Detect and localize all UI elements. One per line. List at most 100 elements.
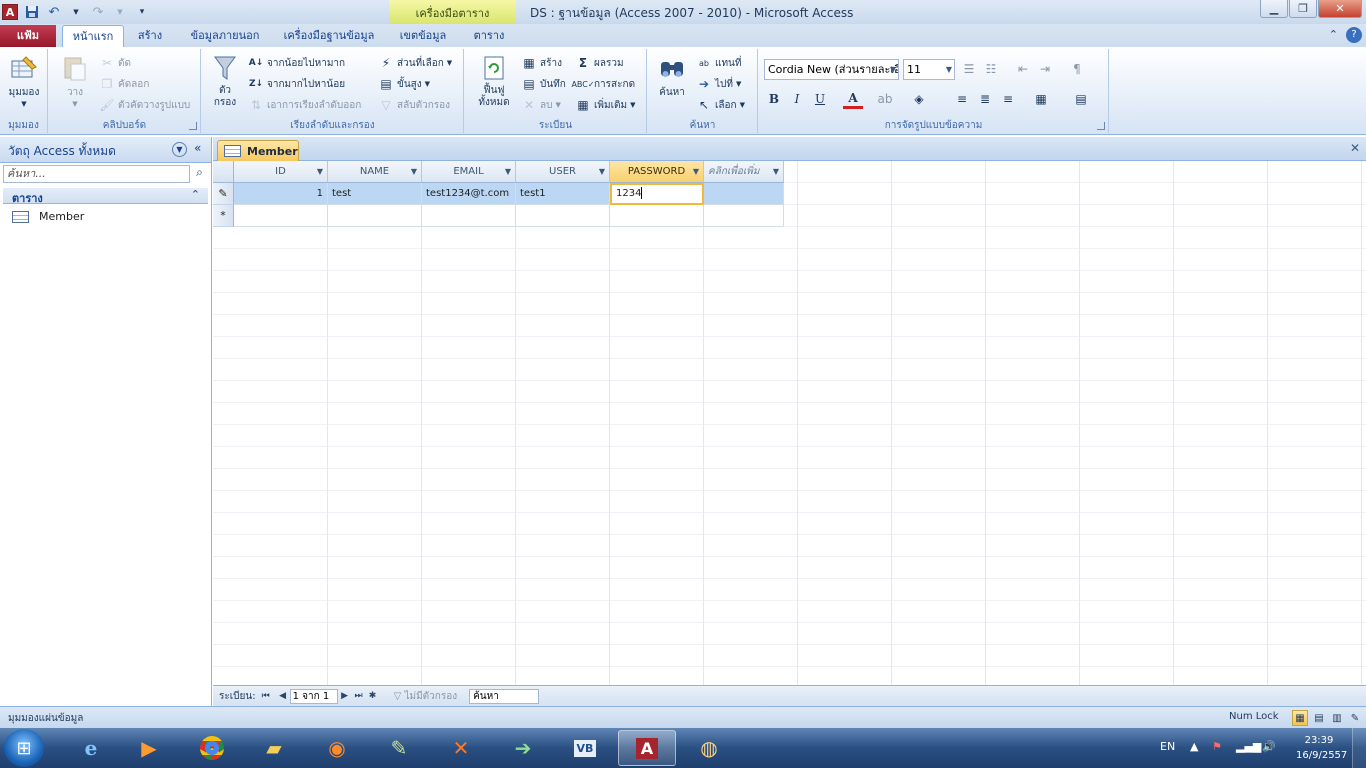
select-button[interactable]: ↖ เลือก ▼	[696, 95, 745, 115]
new-record-nav-icon[interactable]: ✱	[366, 691, 380, 701]
action-center-icon[interactable]: ⚑	[1212, 740, 1222, 753]
undo-dropdown-icon[interactable]: ▼	[68, 4, 84, 20]
taskbar-explorer[interactable]: ▰	[245, 730, 303, 766]
show-hidden-icons-icon[interactable]: ▲	[1190, 740, 1198, 753]
pivotchart-view-icon[interactable]: ▥	[1329, 710, 1345, 726]
highlight-color-icon[interactable]: ab	[875, 89, 895, 109]
customize-qat-icon[interactable]: ▾	[134, 4, 150, 20]
restore-button[interactable]: ❐	[1289, 0, 1317, 18]
cell-id-new[interactable]	[234, 205, 328, 227]
help-icon[interactable]: ?	[1346, 27, 1362, 43]
column-header-click-to-add[interactable]: คลิกเพื่อเพิ่ม ▼	[704, 161, 784, 183]
taskbar-internet-explorer[interactable]: e	[62, 730, 120, 766]
tab-file[interactable]: แฟ้ม	[0, 25, 56, 47]
cell-password[interactable]: 1234	[610, 183, 704, 205]
paragraph-direction-icon[interactable]: ¶	[1067, 59, 1087, 79]
start-button[interactable]: ⊞	[4, 729, 44, 767]
input-language-indicator[interactable]: EN	[1160, 740, 1175, 753]
clipboard-dialog-launcher[interactable]	[189, 122, 197, 130]
cell-add-new[interactable]	[704, 205, 784, 227]
taskbar-app[interactable]: ➔	[494, 730, 552, 766]
save-icon[interactable]	[24, 4, 40, 20]
font-name-select[interactable]: Cordia New (ส่วนรายละเอี ▼	[764, 59, 899, 80]
column-header-password[interactable]: PASSWORD ▼	[610, 161, 704, 183]
nav-menu-dropdown-icon[interactable]: ▼	[172, 142, 187, 157]
totals-button[interactable]: Σ ผลรวม	[575, 53, 624, 73]
bold-icon[interactable]: B	[764, 89, 784, 109]
alternate-row-color-icon[interactable]: ▤	[1071, 89, 1091, 109]
taskbar-tool[interactable]: ✎	[370, 730, 428, 766]
chevron-down-icon[interactable]: ▼	[599, 161, 605, 183]
find-button[interactable]: ค้นหา	[654, 53, 690, 100]
nav-search-input[interactable]: ค้นหา...	[3, 165, 190, 183]
taskbar-visual-basic[interactable]: VB	[556, 730, 614, 766]
cell-id[interactable]: 1	[234, 183, 328, 205]
nav-group-tables[interactable]: ตาราง ⌃	[3, 188, 208, 205]
goto-button[interactable]: ➔ ไปที่ ▼	[696, 74, 741, 94]
minimize-ribbon-icon[interactable]: ⌃	[1329, 28, 1338, 41]
tab-database-tools[interactable]: เครื่องมือฐานข้อมูล	[276, 25, 382, 47]
spelling-button[interactable]: ABC✓ การสะกด	[571, 74, 635, 94]
show-desktop-button[interactable]	[1352, 728, 1366, 768]
tab-external-data[interactable]: ข้อมูลภายนอก	[180, 25, 270, 47]
bullets-icon[interactable]: ☰	[959, 59, 979, 79]
next-record-icon[interactable]: ▶	[338, 691, 352, 701]
taskbar-firefox[interactable]: ◉	[308, 730, 366, 766]
cell-name-new[interactable]	[328, 205, 422, 227]
paste-button[interactable]: วาง ▼	[55, 53, 95, 108]
column-header-id[interactable]: ID ▼	[234, 161, 328, 183]
copy-button[interactable]: ❐ คัดลอก	[99, 74, 150, 94]
cell-name[interactable]: test	[328, 183, 422, 205]
undo-icon[interactable]: ↶	[46, 4, 62, 20]
chevron-down-icon[interactable]: ▼	[773, 161, 779, 183]
more-button[interactable]: ▦ เพิ่มเติม ▼	[575, 95, 635, 115]
search-icon[interactable]: ⌕	[191, 165, 208, 183]
minimize-button[interactable]: ▁	[1260, 0, 1288, 18]
network-signal-icon[interactable]: ▂▄▆	[1236, 740, 1261, 753]
fill-color-icon[interactable]: ◈	[909, 89, 929, 109]
save-record-button[interactable]: ▤ บันทึก	[521, 74, 566, 94]
view-button[interactable]: มุมมอง ▼	[4, 53, 44, 108]
gridlines-icon[interactable]: ▦	[1031, 89, 1051, 109]
chevron-down-icon[interactable]: ▼	[411, 161, 417, 183]
nav-item-member-table[interactable]: Member	[12, 208, 84, 225]
record-search-input[interactable]: ค้นหา	[469, 688, 540, 704]
design-view-icon[interactable]: ✎	[1347, 710, 1363, 726]
cell-user[interactable]: test1	[516, 183, 610, 205]
sort-descending-button[interactable]: Z↓ จากมากไปหาน้อย	[248, 74, 345, 94]
cell-add[interactable]	[704, 183, 784, 205]
volume-icon[interactable]: 🔊	[1262, 740, 1276, 753]
shutter-bar-close-icon[interactable]: «	[194, 141, 201, 155]
pivottable-view-icon[interactable]: ▤	[1311, 710, 1327, 726]
select-all-corner[interactable]	[213, 161, 234, 183]
numbering-icon[interactable]: ☷	[981, 59, 1001, 79]
underline-icon[interactable]: U	[810, 89, 830, 109]
toggle-filter-button[interactable]: ▽ สลับตัวกรอง	[378, 95, 450, 115]
text-format-dialog-launcher[interactable]	[1097, 122, 1105, 130]
redo-dropdown-icon[interactable]: ▼	[112, 4, 128, 20]
current-record-input[interactable]: 1 จาก 1	[289, 688, 338, 704]
collapse-group-icon[interactable]: ⌃	[191, 188, 200, 201]
remove-sort-button[interactable]: ⇅ เอาการเรียงลำดับออก	[248, 95, 361, 115]
cell-user-new[interactable]	[516, 205, 610, 227]
cell-email[interactable]: test1234@t.com	[422, 183, 516, 205]
column-header-email[interactable]: EMAIL ▼	[422, 161, 516, 183]
access-app-icon[interactable]: A	[2, 4, 18, 20]
increase-indent-icon[interactable]: ⇥	[1035, 59, 1055, 79]
cell-email-new[interactable]	[422, 205, 516, 227]
taskbar-access[interactable]: A	[618, 730, 676, 766]
taskbar-xampp[interactable]: ✕	[432, 730, 490, 766]
taskbar-paint[interactable]: ◍	[680, 730, 738, 766]
new-record-selector[interactable]: *	[213, 205, 234, 227]
font-size-select[interactable]: 11 ▼	[903, 59, 955, 80]
sort-ascending-button[interactable]: A↓ จากน้อยไปหามาก	[248, 53, 345, 73]
filter-button[interactable]: ตัว กรอง	[206, 53, 244, 109]
first-record-icon[interactable]: ⏮	[262, 691, 276, 701]
tab-home[interactable]: หน้าแรก	[62, 25, 124, 47]
tab-fields[interactable]: เขตข้อมูล	[390, 25, 456, 47]
no-filter-indicator[interactable]: ▽ ไม่มีตัวกรอง	[394, 689, 458, 704]
cell-password-new[interactable]	[610, 205, 704, 227]
column-header-user[interactable]: USER ▼	[516, 161, 610, 183]
record-selector-editing[interactable]: ✎	[213, 183, 234, 205]
tab-table[interactable]: ตาราง	[464, 25, 514, 47]
